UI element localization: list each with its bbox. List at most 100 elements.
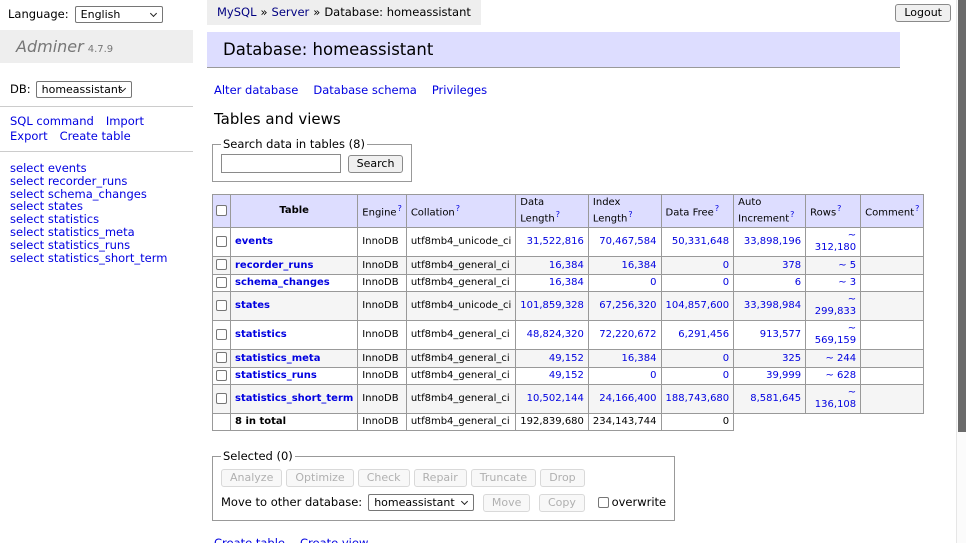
logout-button[interactable]: Logout — [895, 4, 951, 22]
auto-increment-link[interactable]: 378 — [782, 260, 801, 271]
help-link[interactable]: ? — [790, 210, 794, 219]
db-action-link[interactable]: Database schema — [313, 83, 416, 97]
auto-increment-link[interactable]: 8,581,645 — [750, 393, 801, 404]
data-free-link[interactable]: 104,857,600 — [666, 300, 730, 311]
help-link[interactable]: ? — [628, 210, 632, 219]
help-link[interactable]: ? — [398, 204, 402, 213]
sidebar-select-link[interactable]: select statistics_short_term — [10, 252, 193, 265]
bulk-action-button[interactable]: Drop — [540, 469, 584, 487]
sidebar-select-link[interactable]: select events — [10, 162, 193, 175]
bulk-action-button[interactable]: Repair — [414, 469, 467, 487]
index-length-link[interactable]: 24,166,400 — [599, 393, 656, 404]
sidebar-select-link[interactable]: select statistics_meta — [10, 226, 193, 239]
overwrite-checkbox[interactable] — [598, 497, 609, 508]
search-input[interactable] — [221, 154, 341, 173]
scrollbar[interactable] — [956, 0, 966, 543]
create-table-link[interactable]: Create table — [60, 129, 131, 143]
help-link[interactable]: ? — [456, 204, 460, 213]
bulk-action-button[interactable]: Analyze — [221, 469, 282, 487]
help-link[interactable]: ? — [715, 204, 719, 213]
data-length-link[interactable]: 101,859,328 — [520, 300, 584, 311]
row-checkbox[interactable] — [216, 259, 227, 270]
table-name-link[interactable]: statistics — [235, 329, 287, 340]
data-length-link[interactable]: 16,384 — [549, 277, 584, 288]
index-length-link[interactable]: 72,220,672 — [599, 329, 656, 340]
auto-increment-link[interactable]: 33,398,984 — [744, 300, 801, 311]
row-checkbox[interactable] — [216, 300, 227, 311]
auto-increment-link[interactable]: 33,898,196 — [744, 236, 801, 247]
data-length-link[interactable]: 16,384 — [549, 260, 584, 271]
table-name-link[interactable]: schema_changes — [235, 277, 330, 288]
index-length-link[interactable]: 67,256,320 — [599, 300, 656, 311]
data-free-link[interactable]: 0 — [723, 277, 729, 288]
breadcrumb-link-mysql[interactable]: MySQL — [217, 5, 257, 19]
bulk-action-button[interactable]: Optimize — [286, 469, 353, 487]
rows-count-link[interactable]: ~ 299,833 — [815, 294, 856, 317]
rows-count-link[interactable]: ~ 136,108 — [815, 387, 856, 410]
create-link[interactable]: Create table — [214, 536, 285, 543]
row-checkbox[interactable] — [216, 352, 227, 363]
index-length-link[interactable]: 0 — [650, 370, 656, 381]
rows-count-link[interactable]: ~ 3 — [838, 277, 856, 288]
data-length-link[interactable]: 49,152 — [549, 353, 584, 364]
table-name-link[interactable]: states — [235, 300, 270, 311]
breadcrumb-link-server[interactable]: Server — [272, 5, 310, 19]
table-name-link[interactable]: statistics_meta — [235, 353, 320, 364]
adminer-logo[interactable]: Adminer — [16, 37, 84, 56]
data-free-link[interactable]: 0 — [723, 260, 729, 271]
data-free-link[interactable]: 0 — [723, 353, 729, 364]
scrollbar-thumb[interactable] — [958, 0, 966, 432]
row-checkbox[interactable] — [216, 393, 227, 404]
data-free-link[interactable]: 188,743,680 — [666, 393, 730, 404]
auto-increment-link[interactable]: 39,999 — [766, 370, 801, 381]
index-length-link[interactable]: 16,384 — [622, 260, 657, 271]
select-all-checkbox[interactable] — [216, 205, 227, 216]
data-free-link[interactable]: 50,331,648 — [672, 236, 729, 247]
auto-increment-link[interactable]: 6 — [795, 277, 801, 288]
auto-increment-link[interactable]: 325 — [782, 353, 801, 364]
create-link[interactable]: Create view — [300, 536, 368, 543]
rows-count-link[interactable]: ~ 244 — [826, 353, 857, 364]
move-button[interactable]: Move — [483, 494, 531, 512]
copy-button[interactable]: Copy — [539, 494, 585, 512]
row-checkbox[interactable] — [216, 329, 227, 340]
row-checkbox[interactable] — [216, 370, 227, 381]
db-action-link[interactable]: Privileges — [432, 83, 487, 97]
export-link[interactable]: Export — [10, 129, 48, 143]
data-length-link[interactable]: 10,502,144 — [527, 393, 584, 404]
table-name-link[interactable]: statistics_runs — [235, 370, 317, 381]
index-length-link[interactable]: 16,384 — [622, 353, 657, 364]
help-link[interactable]: ? — [556, 210, 560, 219]
table-name-link[interactable]: events — [235, 236, 273, 247]
import-link[interactable]: Import — [106, 114, 144, 128]
sql-command-link[interactable]: SQL command — [10, 114, 94, 128]
engine-cell: InnoDB — [358, 321, 407, 350]
rows-count-link[interactable]: ~ 312,180 — [815, 230, 856, 253]
sidebar-select-link[interactable]: select recorder_runs — [10, 175, 193, 188]
rows-count-link[interactable]: ~ 628 — [826, 370, 857, 381]
bulk-action-button[interactable]: Check — [358, 469, 410, 487]
move-db-select[interactable]: homeassistant — [368, 494, 474, 511]
rows-count-link[interactable]: ~ 5 — [838, 260, 856, 271]
db-action-link[interactable]: Alter database — [214, 83, 298, 97]
data-free-link[interactable]: 0 — [723, 370, 729, 381]
db-select[interactable]: homeassistant — [36, 81, 132, 98]
rows-count-link[interactable]: ~ 569,159 — [815, 323, 856, 346]
index-length-link[interactable]: 0 — [650, 277, 656, 288]
auto-increment-link[interactable]: 913,577 — [760, 329, 801, 340]
table-name-link[interactable]: statistics_short_term — [235, 393, 353, 404]
data-length-link[interactable]: 48,824,320 — [527, 329, 584, 340]
language-select[interactable]: English — [75, 6, 163, 23]
sidebar-select-link[interactable]: select statistics_runs — [10, 239, 193, 252]
bulk-action-button[interactable]: Truncate — [471, 469, 536, 487]
row-checkbox[interactable] — [216, 277, 227, 288]
data-length-link[interactable]: 31,522,816 — [527, 236, 584, 247]
help-link[interactable]: ? — [915, 204, 919, 213]
data-length-link[interactable]: 49,152 — [549, 370, 584, 381]
help-link[interactable]: ? — [837, 204, 841, 213]
search-button[interactable]: Search — [348, 155, 404, 173]
table-name-link[interactable]: recorder_runs — [235, 260, 313, 271]
index-length-link[interactable]: 70,467,584 — [599, 236, 656, 247]
row-checkbox[interactable] — [216, 236, 227, 247]
data-free-link[interactable]: 6,291,456 — [678, 329, 729, 340]
